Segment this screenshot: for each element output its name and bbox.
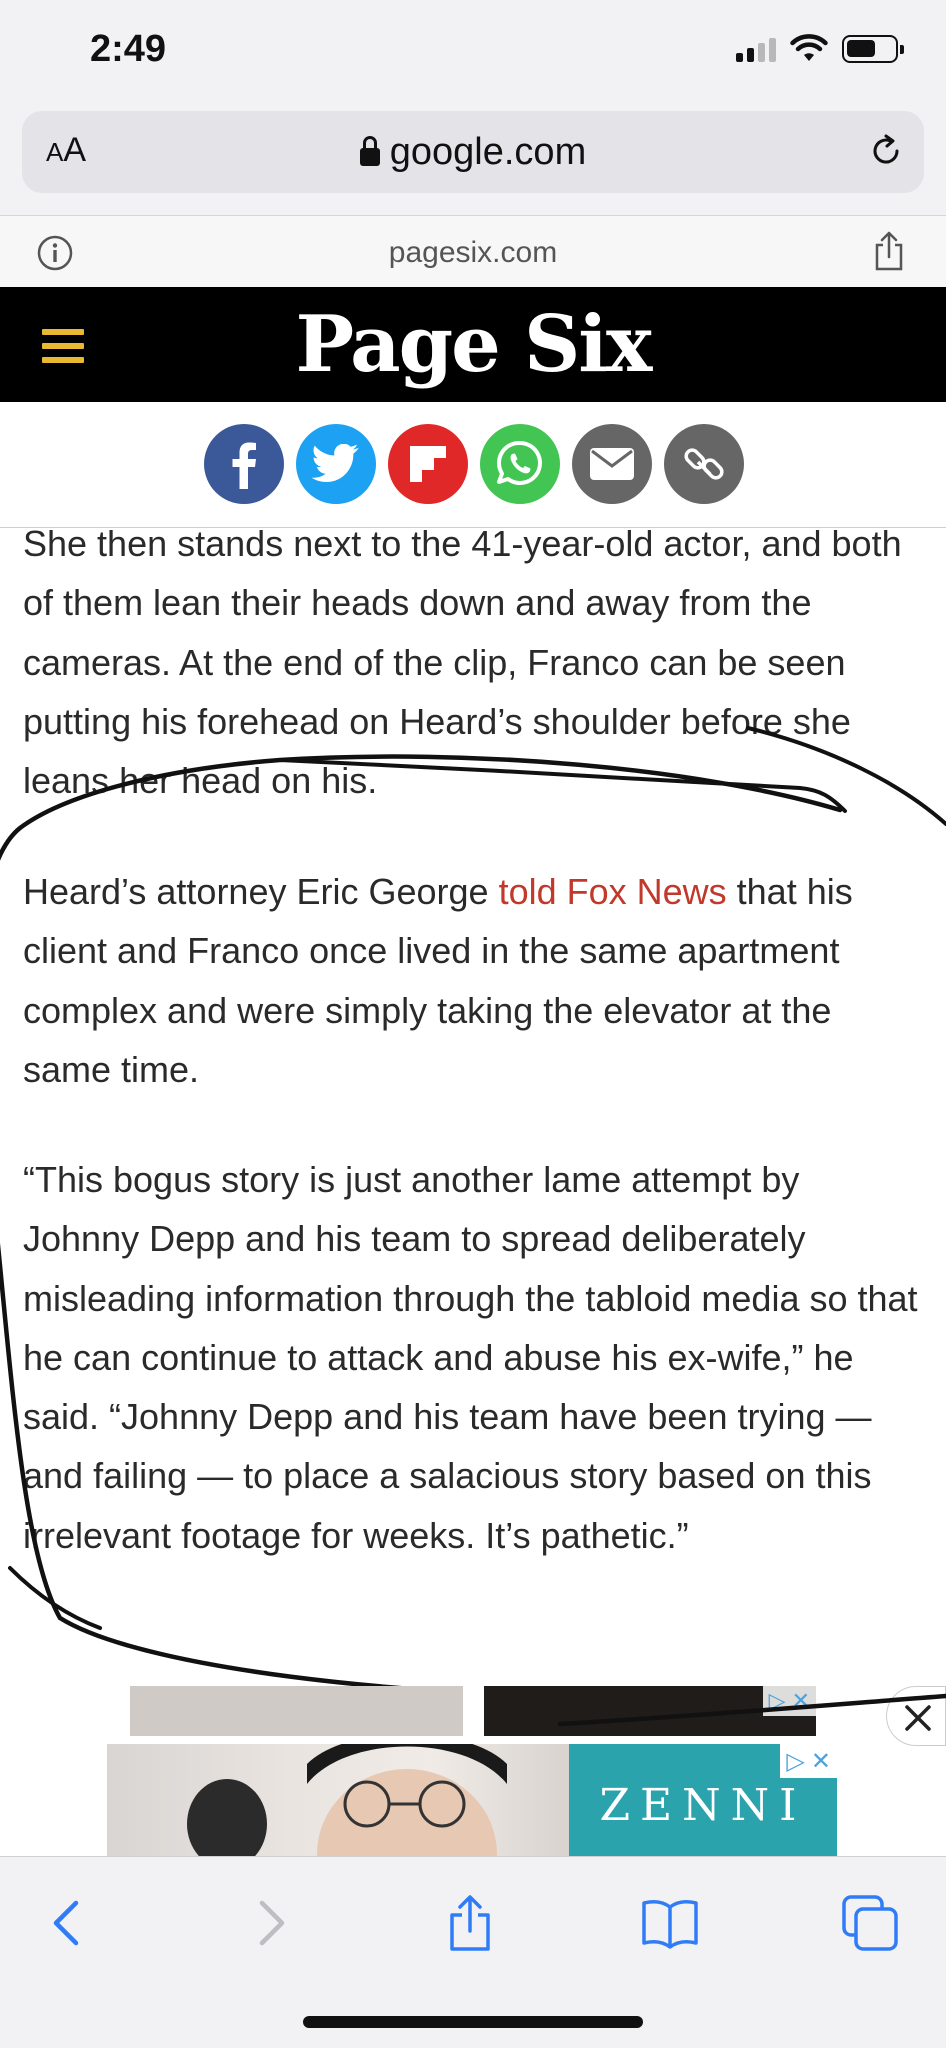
wifi-icon — [790, 34, 828, 61]
whatsapp-icon — [497, 440, 542, 485]
facebook-share-button[interactable] — [204, 424, 284, 504]
amp-domain-row: pagesix.com — [0, 215, 946, 287]
share-icon[interactable] — [440, 1893, 500, 1953]
status-time: 2:49 — [90, 28, 167, 70]
article-paragraph-1: She then stands next to the 41-year-old … — [23, 528, 902, 802]
ad-photo — [107, 1744, 569, 1856]
url-display[interactable]: google.com — [22, 131, 924, 174]
ad-brand-logo: ZENNI — [599, 1780, 807, 1831]
article-paragraph-2: Heard’s attorney Eric George told Fox Ne… — [23, 871, 853, 1090]
article-paragraph-3: “This bogus story is just another lame a… — [23, 1159, 918, 1556]
back-icon[interactable] — [38, 1893, 98, 1953]
facebook-icon — [232, 442, 256, 489]
address-bar-area: AA google.com — [0, 105, 946, 215]
ad-person-illustration — [187, 1744, 507, 1856]
domain-label: pagesix.com — [388, 236, 558, 269]
cellular-signal-icon — [736, 36, 776, 62]
url-text: google.com — [389, 131, 587, 173]
hand-drawn-circle-annotation-tail — [557, 1693, 946, 1727]
status-bar: 2:49 — [0, 0, 946, 105]
home-indicator[interactable] — [303, 2016, 643, 2028]
ad-thumbnails-row: ▷ ✕ — [0, 1686, 946, 1746]
ad-banner[interactable]: ZENNI ▷ ✕ — [107, 1744, 837, 1856]
share-icon[interactable] — [872, 230, 906, 272]
email-share-button[interactable] — [572, 424, 652, 504]
twitter-share-button[interactable] — [296, 424, 376, 504]
adchoices-icon[interactable]: ▷ ✕ — [780, 1744, 837, 1778]
bookmarks-icon[interactable] — [640, 1893, 700, 1953]
link-icon — [684, 448, 724, 480]
site-header: Page Six — [0, 287, 946, 402]
share-bar — [0, 402, 946, 528]
article-body: She then stands next to the 41-year-old … — [0, 528, 946, 1686]
twitter-icon — [312, 444, 359, 482]
whatsapp-share-button[interactable] — [480, 424, 560, 504]
battery-icon — [842, 35, 904, 63]
address-bar[interactable]: AA google.com — [22, 111, 924, 193]
status-icons — [736, 34, 904, 64]
flipboard-icon — [410, 446, 446, 482]
fox-news-link[interactable]: told Fox News — [499, 871, 727, 912]
email-icon — [590, 448, 634, 480]
lock-icon — [359, 136, 380, 166]
flipboard-share-button[interactable] — [388, 424, 468, 504]
forward-icon[interactable] — [240, 1893, 300, 1953]
copy-link-share-button[interactable] — [664, 424, 744, 504]
tabs-icon[interactable] — [840, 1893, 900, 1953]
site-logo[interactable]: Page Six — [0, 299, 946, 390]
reload-icon[interactable] — [866, 131, 906, 171]
